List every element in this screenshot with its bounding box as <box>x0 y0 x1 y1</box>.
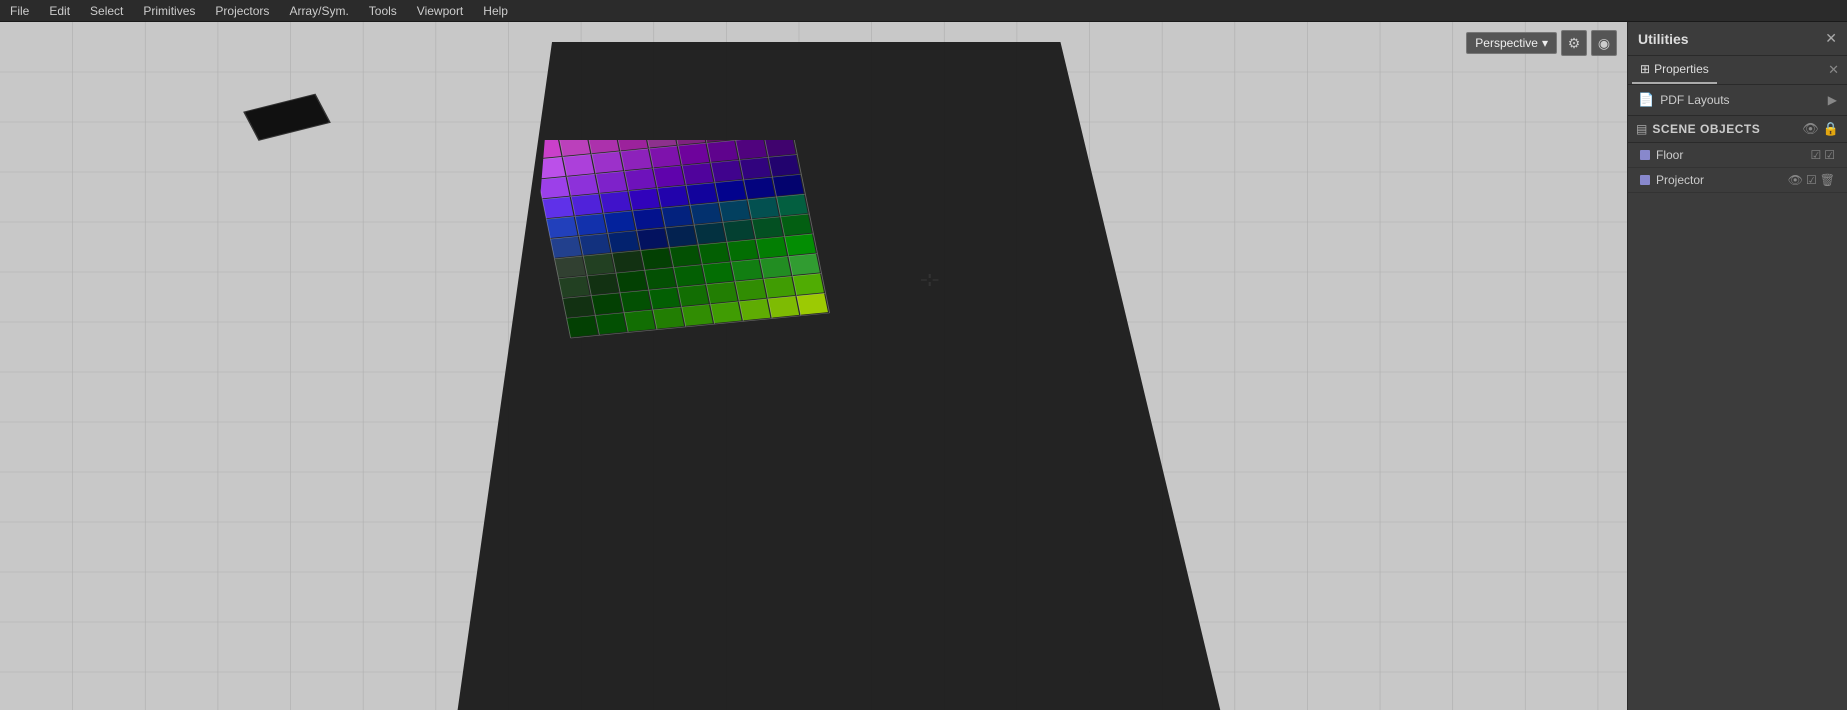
perspective-dropdown[interactable]: Perspective ▾ <box>1466 32 1557 54</box>
scene-svg <box>0 22 1627 710</box>
properties-tabs: ⊞ Properties ✕ <box>1628 56 1847 85</box>
projector-label: Projector <box>1656 173 1788 187</box>
menu-viewport[interactable]: Viewport <box>407 2 473 20</box>
projector-icons: 👁 ☑ 🗑 <box>1788 173 1835 187</box>
menu-edit[interactable]: Edit <box>39 2 80 20</box>
perspective-label: Perspective <box>1475 36 1538 50</box>
pdf-layouts-row[interactable]: 📄 PDF Layouts ▶ <box>1628 85 1847 116</box>
pdf-chevron-icon: ▶ <box>1828 93 1837 107</box>
pdf-icon: 📄 <box>1638 92 1654 108</box>
scene-objects-icon: ▤ <box>1636 122 1647 136</box>
utilities-title: Utilities <box>1638 31 1689 47</box>
scene-objects-lock-icon[interactable]: 🔒 <box>1823 121 1839 137</box>
menu-help[interactable]: Help <box>473 2 518 20</box>
menu-select[interactable]: Select <box>80 2 133 20</box>
menubar: File Edit Select Primitives Projectors A… <box>0 0 1847 22</box>
scene-objects-header: ▤ SCENE OBJECTS 👁 🔒 <box>1628 116 1847 143</box>
floor-color-dot <box>1640 150 1650 160</box>
pdf-layouts-label: PDF Layouts <box>1660 93 1828 107</box>
scene-item-floor[interactable]: Floor ☑ ☑ <box>1628 143 1847 168</box>
projector-eye-icon[interactable]: 👁 <box>1788 173 1803 187</box>
settings-icon: ⚙ <box>1568 35 1581 52</box>
floor-lock-icon[interactable]: ☑ <box>1824 148 1835 162</box>
menu-file[interactable]: File <box>0 2 39 20</box>
properties-tab-label: Properties <box>1654 62 1709 76</box>
projector-color-dot <box>1640 175 1650 185</box>
right-panel: Utilities ✕ ⊞ Properties ✕ 📄 PDF Layouts… <box>1627 22 1847 710</box>
settings-button[interactable]: ⚙ <box>1561 30 1587 56</box>
menu-primitives[interactable]: Primitives <box>133 2 205 20</box>
projector-trash-icon[interactable]: 🗑 <box>1820 173 1835 187</box>
properties-tab-icon: ⊞ <box>1640 62 1650 76</box>
scene-objects-label: SCENE OBJECTS <box>1652 122 1798 136</box>
floor-icons: ☑ ☑ <box>1810 148 1835 162</box>
utilities-close-button[interactable]: ✕ <box>1825 30 1837 47</box>
display-icon: ◉ <box>1598 35 1610 52</box>
menu-arraysym[interactable]: Array/Sym. <box>279 2 358 20</box>
utilities-header: Utilities ✕ <box>1628 22 1847 56</box>
viewport-toolbar: Perspective ▾ ⚙ ◉ <box>1466 30 1617 56</box>
menu-tools[interactable]: Tools <box>359 2 407 20</box>
floor-check-icon[interactable]: ☑ <box>1810 148 1821 162</box>
main-area: Perspective ▾ ⚙ ◉ Utilities ✕ ⊞ Properti… <box>0 22 1847 710</box>
projector-check-icon[interactable]: ☑ <box>1806 173 1817 187</box>
tab-properties[interactable]: ⊞ Properties <box>1632 56 1717 84</box>
menu-projectors[interactable]: Projectors <box>205 2 279 20</box>
display-button[interactable]: ◉ <box>1591 30 1617 56</box>
scene-objects-eye-icon[interactable]: 👁 <box>1802 121 1819 137</box>
floor-label: Floor <box>1656 148 1810 162</box>
viewport[interactable]: Perspective ▾ ⚙ ◉ <box>0 22 1627 710</box>
properties-tab-close[interactable]: ✕ <box>1824 62 1843 78</box>
scene-item-projector[interactable]: Projector 👁 ☑ 🗑 <box>1628 168 1847 193</box>
perspective-arrow-icon: ▾ <box>1542 36 1548 50</box>
